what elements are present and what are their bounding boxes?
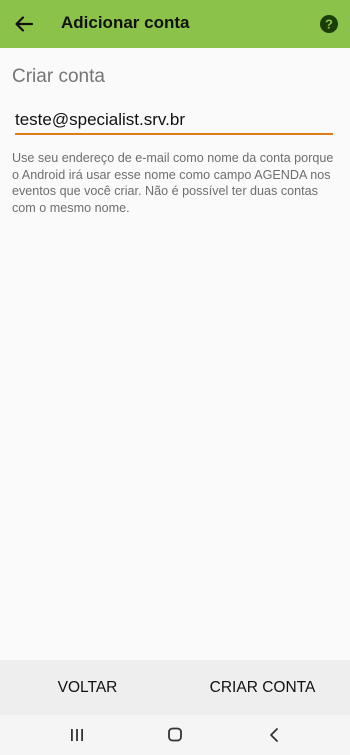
create-account-button[interactable]: CRIAR CONTA	[175, 660, 350, 715]
help-text: Use seu endereço de e-mail como nome da …	[12, 151, 334, 215]
app-bar: Adicionar conta ?	[0, 0, 350, 48]
account-name-input[interactable]	[15, 109, 333, 135]
back-button[interactable]: VOLTAR	[0, 660, 175, 715]
svg-text:?: ?	[325, 17, 333, 32]
system-nav-bar	[0, 715, 350, 755]
button-bar: VOLTAR CRIAR CONTA	[0, 660, 350, 715]
page-title: Adicionar conta	[61, 13, 190, 32]
recents-icon[interactable]	[66, 727, 88, 743]
section-title: Criar conta	[12, 66, 105, 87]
help-icon[interactable]: ?	[319, 14, 339, 34]
home-icon[interactable]	[165, 726, 185, 744]
nav-back-icon[interactable]	[264, 726, 284, 744]
arrow-back-icon[interactable]	[10, 10, 38, 38]
